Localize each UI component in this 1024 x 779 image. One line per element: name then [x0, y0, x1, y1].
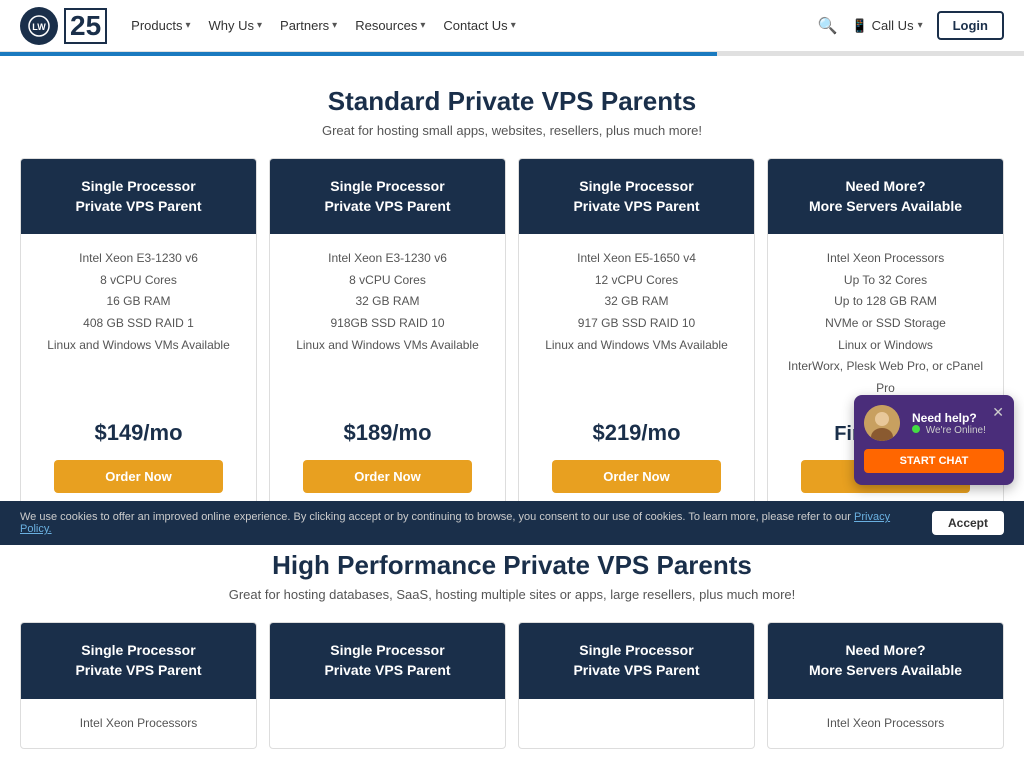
card-spec: 32 GB RAM: [282, 291, 493, 313]
card-header-0: Single ProcessorPrivate VPS Parent: [21, 623, 256, 698]
card-button-1[interactable]: Order Now: [303, 460, 472, 493]
online-dot-icon: [912, 425, 920, 433]
login-button[interactable]: Login: [937, 11, 1004, 40]
card-spec: 16 GB RAM: [33, 291, 244, 313]
card-body-1: [270, 699, 505, 749]
cookie-accept-button[interactable]: Accept: [932, 511, 1004, 535]
card-header-0: Single ProcessorPrivate VPS Parent: [21, 159, 256, 234]
card-spec: Linux or Windows: [780, 335, 991, 357]
card-spec: 408 GB SSD RAID 1: [33, 313, 244, 335]
chat-need-help-label: Need help?: [912, 411, 986, 425]
nav-contact-us[interactable]: Contact Us ▾: [443, 18, 515, 33]
cookie-bar: We use cookies to offer an improved onli…: [0, 501, 1024, 545]
navbar-left: LW 25 Products ▾ Why Us ▾ Partners ▾ Res…: [20, 7, 516, 45]
card-body-1: Intel Xeon E3-1230 v68 vCPU Cores32 GB R…: [270, 234, 505, 410]
card-header-3: Need More?More Servers Available: [768, 623, 1003, 698]
card-spec: 917 GB SSD RAID 10: [531, 313, 742, 335]
navbar-right: 🔍 📱 Call Us ▾ Login: [818, 11, 1004, 40]
card-3: Need More?More Servers Available Intel X…: [767, 622, 1004, 749]
card-spec: Intel Xeon E5-1650 v4: [531, 248, 742, 270]
high-perf-section-header: High Performance Private VPS Parents Gre…: [20, 550, 1004, 602]
navbar: LW 25 Products ▾ Why Us ▾ Partners ▾ Res…: [0, 0, 1024, 52]
chat-online-status: We're Online!: [912, 425, 986, 436]
high-perf-cards-grid: Single ProcessorPrivate VPS Parent Intel…: [20, 622, 1004, 749]
card-spec: InterWorx, Plesk Web Pro, or cPanel Pro: [780, 356, 991, 399]
standard-section-header: Standard Private VPS Parents Great for h…: [20, 86, 1004, 138]
logo-25-badge: 25: [64, 8, 107, 44]
card-body-3: Intel Xeon ProcessorsUp To 32 CoresUp to…: [768, 234, 1003, 413]
standard-section-title: Standard Private VPS Parents: [20, 86, 1004, 117]
navbar-logo: LW 25: [20, 7, 107, 45]
high-perf-section-subtitle: Great for hosting databases, SaaS, hosti…: [20, 587, 1004, 602]
logo-icon: LW: [20, 7, 58, 45]
card-spec: Intel Xeon E3-1230 v6: [282, 248, 493, 270]
card-button-0[interactable]: Order Now: [54, 460, 223, 493]
card-header-1: Single ProcessorPrivate VPS Parent: [270, 623, 505, 698]
card-button-2[interactable]: Order Now: [552, 460, 721, 493]
card-spec: NVMe or SSD Storage: [780, 313, 991, 335]
search-icon[interactable]: 🔍: [818, 16, 838, 36]
card-spec: Intel Xeon E3-1230 v6: [33, 248, 244, 270]
card-spec: 8 vCPU Cores: [33, 270, 244, 292]
card-0: Single ProcessorPrivate VPS Parent Intel…: [20, 158, 257, 510]
nav-why-us[interactable]: Why Us ▾: [209, 18, 263, 33]
nav-products[interactable]: Products ▾: [131, 18, 190, 33]
card-spec: Linux and Windows VMs Available: [531, 335, 742, 357]
card-1: Single ProcessorPrivate VPS Parent Intel…: [269, 158, 506, 510]
card-spec: Up to 128 GB RAM: [780, 291, 991, 313]
card-price-2: $219/mo: [519, 410, 754, 450]
card-0: Single ProcessorPrivate VPS Parent Intel…: [20, 622, 257, 749]
nav-resources[interactable]: Resources ▾: [355, 18, 425, 33]
card-price-1: $189/mo: [270, 410, 505, 450]
card-spec: 918GB SSD RAID 10: [282, 313, 493, 335]
card-body-0: Intel Xeon E3-1230 v68 vCPU Cores16 GB R…: [21, 234, 256, 410]
start-chat-button[interactable]: START CHAT: [864, 449, 1004, 473]
nav-links: Products ▾ Why Us ▾ Partners ▾ Resources…: [131, 18, 516, 33]
card-2: Single ProcessorPrivate VPS Parent: [518, 622, 755, 749]
card-spec: Intel Xeon Processors: [33, 713, 244, 735]
card-2: Single ProcessorPrivate VPS Parent Intel…: [518, 158, 755, 510]
cookie-text: We use cookies to offer an improved onli…: [20, 511, 912, 535]
card-body-3: Intel Xeon Processors: [768, 699, 1003, 749]
card-spec: Intel Xeon Processors: [780, 713, 991, 735]
chat-avatar: [864, 405, 900, 441]
card-body-0: Intel Xeon Processors: [21, 699, 256, 749]
standard-section-subtitle: Great for hosting small apps, websites, …: [20, 123, 1004, 138]
card-1: Single ProcessorPrivate VPS Parent: [269, 622, 506, 749]
high-perf-section-title: High Performance Private VPS Parents: [20, 550, 1004, 581]
svg-text:LW: LW: [32, 22, 46, 32]
chat-header: Need help? We're Online! ✕: [864, 405, 1004, 441]
card-price-0: $149/mo: [21, 410, 256, 450]
card-header-3: Need More?More Servers Available: [768, 159, 1003, 234]
call-us-button[interactable]: 📱 Call Us ▾: [851, 18, 922, 34]
high-perf-section: High Performance Private VPS Parents Gre…: [20, 540, 1004, 749]
nav-partners[interactable]: Partners ▾: [280, 18, 337, 33]
card-spec: Up To 32 Cores: [780, 270, 991, 292]
card-body-2: Intel Xeon E5-1650 v412 vCPU Cores32 GB …: [519, 234, 754, 410]
card-spec: Linux and Windows VMs Available: [282, 335, 493, 357]
card-spec: Intel Xeon Processors: [780, 248, 991, 270]
card-spec: Linux and Windows VMs Available: [33, 335, 244, 357]
card-header-1: Single ProcessorPrivate VPS Parent: [270, 159, 505, 234]
card-body-2: [519, 699, 754, 749]
card-spec: 32 GB RAM: [531, 291, 742, 313]
chat-text: Need help? We're Online!: [912, 411, 986, 436]
phone-icon: 📱: [851, 18, 867, 34]
card-header-2: Single ProcessorPrivate VPS Parent: [519, 623, 754, 698]
chat-close-button[interactable]: ✕: [992, 405, 1004, 419]
card-header-2: Single ProcessorPrivate VPS Parent: [519, 159, 754, 234]
card-spec: 12 vCPU Cores: [531, 270, 742, 292]
card-spec: 8 vCPU Cores: [282, 270, 493, 292]
chat-widget: Need help? We're Online! ✕ START CHAT: [854, 395, 1014, 485]
